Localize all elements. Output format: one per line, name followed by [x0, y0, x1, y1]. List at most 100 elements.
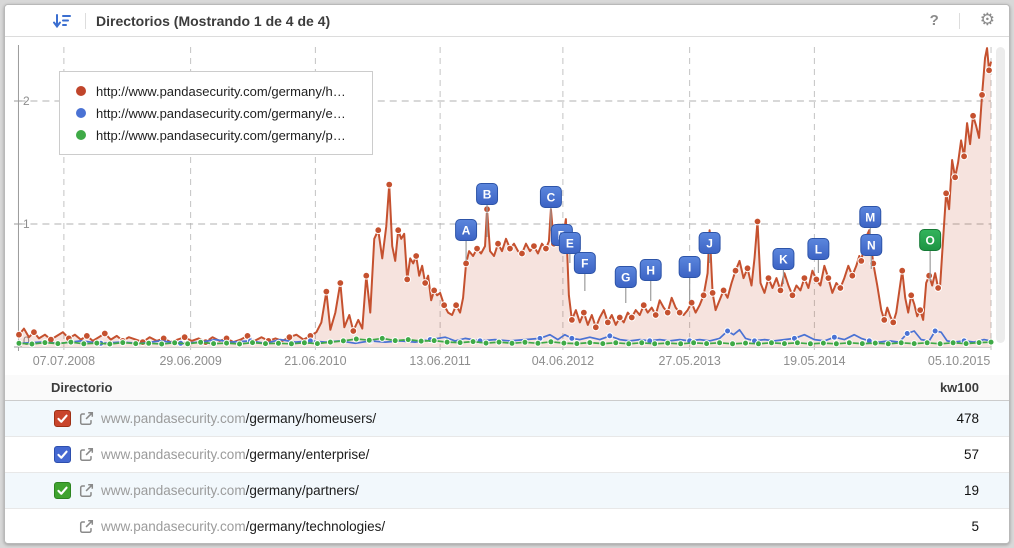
data-point — [211, 341, 217, 347]
data-point — [386, 181, 393, 188]
gear-icon[interactable]: ⚙ — [970, 12, 997, 29]
directory-link[interactable]: www.pandasecurity.com/germany/homeusers/ — [101, 411, 376, 426]
sort-descending-button[interactable] — [49, 10, 75, 32]
legend-dot — [76, 130, 86, 140]
data-point — [101, 330, 108, 337]
data-point — [700, 292, 707, 299]
data-point — [568, 317, 575, 324]
data-point — [781, 341, 787, 347]
data-point — [979, 92, 986, 99]
data-point — [363, 272, 370, 279]
data-point — [744, 265, 751, 272]
directory-link[interactable]: www.pandasecurity.com/germany/partners/ — [101, 483, 359, 498]
data-point — [768, 340, 774, 346]
data-point — [725, 328, 731, 334]
data-point — [904, 331, 910, 337]
event-marker-B[interactable]: B — [477, 184, 498, 238]
data-point — [988, 339, 994, 345]
event-marker-M[interactable]: M — [860, 207, 881, 235]
data-point — [146, 340, 152, 346]
data-point — [457, 340, 463, 346]
data-point — [366, 337, 372, 343]
data-point — [392, 338, 398, 344]
event-marker-F[interactable]: F — [574, 253, 595, 292]
data-point — [405, 337, 411, 343]
kw100-value: 19 — [964, 483, 1009, 498]
data-point — [496, 339, 502, 345]
data-point — [890, 319, 897, 326]
data-point — [55, 341, 61, 347]
data-point — [453, 302, 460, 309]
data-point — [754, 218, 761, 225]
x-axis-tick-label: 19.05.2014 — [783, 354, 845, 368]
data-point — [301, 340, 307, 346]
data-point — [507, 245, 514, 252]
directories-panel: Directorios (Mostrando 1 de 4 de 4) ? ⚙ … — [4, 4, 1010, 544]
row-checkbox-checked[interactable] — [54, 482, 71, 499]
data-point — [561, 340, 567, 346]
directory-link[interactable]: www.pandasecurity.com/germany/technologi… — [101, 519, 385, 534]
data-point — [881, 317, 888, 324]
legend-label: http://www.pandasecurity.com/germany/e… — [96, 106, 346, 121]
data-point — [765, 275, 772, 282]
checkbox-cell — [54, 482, 71, 499]
data-point — [691, 340, 697, 346]
data-point — [29, 341, 35, 347]
event-marker-H[interactable]: H — [640, 260, 661, 302]
data-point — [375, 227, 382, 234]
data-point — [185, 341, 191, 347]
column-header-directorio[interactable]: Directorio — [5, 380, 112, 395]
data-point — [628, 314, 635, 321]
chart-scrollbar[interactable] — [996, 47, 1005, 343]
directory-path: /germany/partners/ — [246, 483, 359, 498]
data-point — [441, 302, 448, 309]
data-point — [172, 340, 178, 346]
column-header-kw100[interactable]: kw100 — [940, 380, 1009, 395]
checkbox-cell — [54, 446, 71, 463]
data-point — [849, 272, 856, 279]
external-link-icon[interactable] — [79, 411, 94, 426]
chart-legend: http://www.pandasecurity.com/germany/h…h… — [59, 71, 373, 155]
event-marker-G[interactable]: G — [615, 267, 636, 304]
data-point — [837, 285, 844, 292]
y-axis-tick-label: 2 — [23, 94, 30, 108]
data-point — [794, 340, 800, 346]
data-point — [952, 174, 959, 181]
svg-text:H: H — [646, 263, 655, 277]
x-axis-tick-label: 07.07.2008 — [33, 354, 95, 368]
data-point — [470, 339, 476, 345]
data-point — [963, 341, 969, 347]
help-button[interactable]: ? — [920, 12, 949, 29]
data-point — [678, 341, 684, 347]
data-point — [323, 288, 330, 295]
event-marker-J[interactable]: J — [699, 233, 720, 264]
svg-text:A: A — [462, 223, 471, 237]
data-point — [42, 340, 48, 346]
table-row[interactable]: www.pandasecurity.com/germany/technologi… — [5, 509, 1009, 544]
row-checkbox-checked[interactable] — [54, 410, 71, 427]
directory-domain: www.pandasecurity.com — [101, 447, 246, 462]
data-point — [604, 319, 611, 326]
data-point — [107, 341, 113, 347]
legend-dot — [76, 86, 86, 96]
svg-text:N: N — [867, 238, 876, 252]
event-marker-I[interactable]: I — [679, 257, 700, 302]
event-marker-O[interactable]: O — [920, 230, 941, 282]
kw100-value: 5 — [971, 519, 1009, 534]
external-link-icon[interactable] — [79, 519, 94, 534]
data-point — [120, 340, 126, 346]
data-point — [133, 341, 139, 347]
data-point — [665, 340, 671, 346]
directories-table: Directorio kw100 www.pandasecurity.com/g… — [5, 375, 1009, 544]
table-row[interactable]: www.pandasecurity.com/germany/partners/ … — [5, 473, 1009, 509]
data-point — [917, 307, 924, 314]
table-row[interactable]: www.pandasecurity.com/germany/homeusers/… — [5, 401, 1009, 437]
data-point — [777, 287, 784, 294]
directory-path: /germany/enterprise/ — [246, 447, 370, 462]
directory-link[interactable]: www.pandasecurity.com/germany/enterprise… — [101, 447, 369, 462]
external-link-icon[interactable] — [79, 483, 94, 498]
row-checkbox-checked[interactable] — [54, 446, 71, 463]
external-link-icon[interactable] — [79, 447, 94, 462]
table-row[interactable]: www.pandasecurity.com/germany/enterprise… — [5, 437, 1009, 473]
sort-descending-icon — [52, 12, 72, 30]
